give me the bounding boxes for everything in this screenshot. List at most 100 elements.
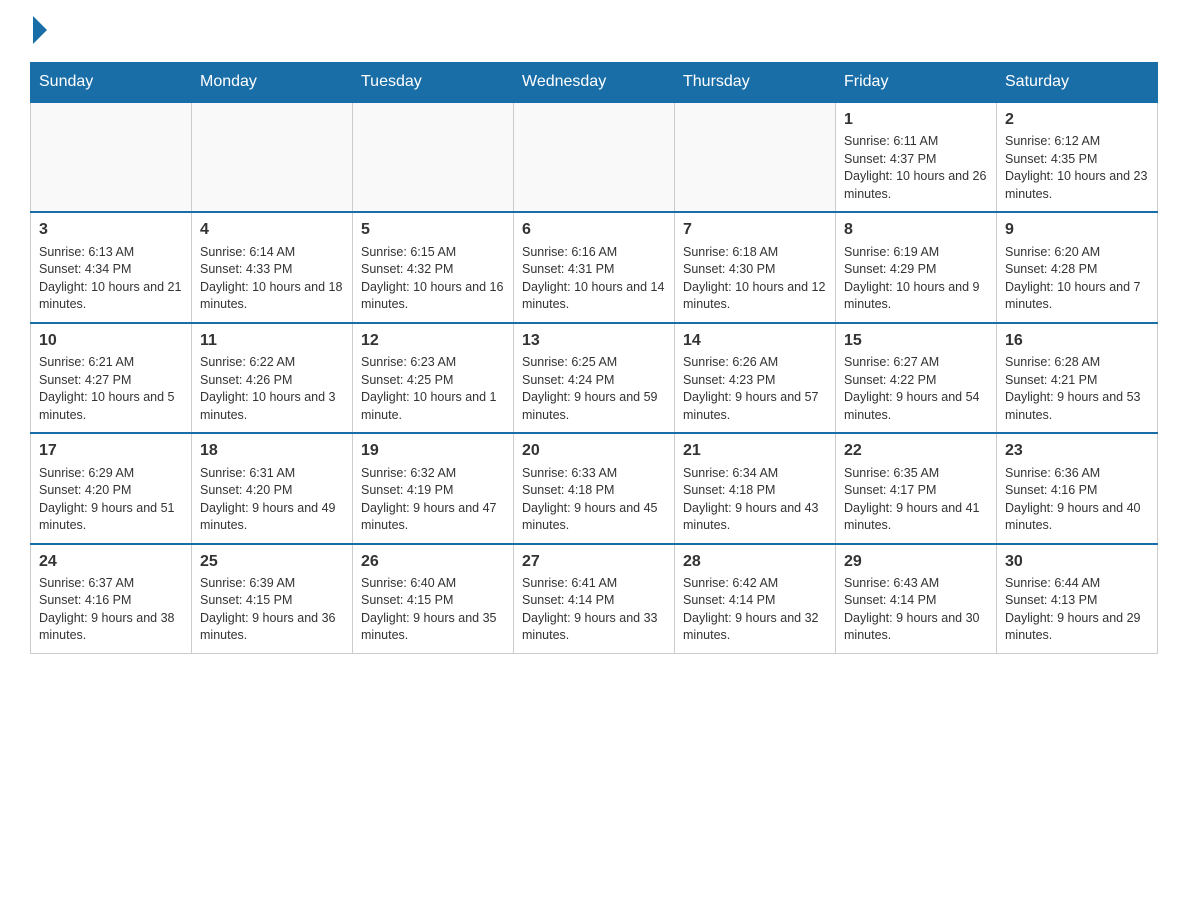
day-info: Sunrise: 6:28 AMSunset: 4:21 PMDaylight:…: [1005, 354, 1149, 424]
calendar-cell: 20Sunrise: 6:33 AMSunset: 4:18 PMDayligh…: [514, 433, 675, 543]
logo: [30, 20, 47, 44]
calendar-cell: 13Sunrise: 6:25 AMSunset: 4:24 PMDayligh…: [514, 323, 675, 433]
calendar-cell: 3 Sunrise: 6:13 AMSunset: 4:34 PMDaylight…: [31, 212, 192, 322]
day-info: Sunrise: 6:41 AMSunset: 4:14 PMDaylight:…: [522, 575, 666, 645]
calendar-cell: 12Sunrise: 6:23 AMSunset: 4:25 PMDayligh…: [353, 323, 514, 433]
day-number: 6: [522, 219, 666, 241]
calendar-cell: [192, 102, 353, 212]
calendar-cell: 19 Sunrise: 6:32 AMSunset: 4:19 PMDayligh…: [353, 433, 514, 543]
calendar-cell: [353, 102, 514, 212]
day-number: 10: [39, 330, 183, 352]
week-row-1: 1Sunrise: 6:11 AMSunset: 4:37 PMDaylight…: [31, 102, 1158, 212]
page-header: [30, 20, 1158, 44]
calendar-cell: 4Sunrise: 6:14 AMSunset: 4:33 PMDaylight…: [192, 212, 353, 322]
day-info: Sunrise: 6:12 AMSunset: 4:35 PMDaylight:…: [1005, 133, 1149, 203]
day-number: 19: [361, 440, 505, 462]
calendar-cell: 29Sunrise: 6:43 AMSunset: 4:14 PMDayligh…: [836, 544, 997, 654]
day-number: 23: [1005, 440, 1149, 462]
calendar-cell: 8 Sunrise: 6:19 AMSunset: 4:29 PMDaylight…: [836, 212, 997, 322]
calendar-cell: [514, 102, 675, 212]
day-number: 17: [39, 440, 183, 462]
day-number: 28: [683, 551, 827, 573]
calendar-cell: 24Sunrise: 6:37 AMSunset: 4:16 PMDayligh…: [31, 544, 192, 654]
day-number: 14: [683, 330, 827, 352]
day-number: 27: [522, 551, 666, 573]
day-info: Sunrise: 6:27 AMSunset: 4:22 PMDaylight:…: [844, 354, 988, 424]
day-number: 1: [844, 109, 988, 131]
logo-arrow-icon: [33, 16, 47, 44]
day-header-wednesday: Wednesday: [514, 63, 675, 103]
day-info: Sunrise: 6:23 AMSunset: 4:25 PMDaylight:…: [361, 354, 505, 424]
day-number: 21: [683, 440, 827, 462]
day-number: 16: [1005, 330, 1149, 352]
day-number: 30: [1005, 551, 1149, 573]
day-info: Sunrise: 6:44 AMSunset: 4:13 PMDaylight:…: [1005, 575, 1149, 645]
day-number: 13: [522, 330, 666, 352]
day-info: Sunrise: 6:26 AMSunset: 4:23 PMDaylight:…: [683, 354, 827, 424]
calendar-cell: 7 Sunrise: 6:18 AMSunset: 4:30 PMDaylight…: [675, 212, 836, 322]
day-header-thursday: Thursday: [675, 63, 836, 103]
day-number: 26: [361, 551, 505, 573]
day-info: Sunrise: 6:32 AMSunset: 4:19 PMDaylight:…: [361, 465, 505, 535]
day-info: Sunrise: 6:29 AMSunset: 4:20 PMDaylight:…: [39, 465, 183, 535]
day-info: Sunrise: 6:35 AMSunset: 4:17 PMDaylight:…: [844, 465, 988, 535]
calendar-cell: 25Sunrise: 6:39 AMSunset: 4:15 PMDayligh…: [192, 544, 353, 654]
calendar-cell: 22 Sunrise: 6:35 AMSunset: 4:17 PMDayligh…: [836, 433, 997, 543]
calendar-cell: 21 Sunrise: 6:34 AMSunset: 4:18 PMDayligh…: [675, 433, 836, 543]
day-info: Sunrise: 6:11 AMSunset: 4:37 PMDaylight:…: [844, 133, 988, 203]
day-info: Sunrise: 6:20 AMSunset: 4:28 PMDaylight:…: [1005, 244, 1149, 314]
calendar-cell: 28Sunrise: 6:42 AMSunset: 4:14 PMDayligh…: [675, 544, 836, 654]
calendar-cell: 5 Sunrise: 6:15 AMSunset: 4:32 PMDaylight…: [353, 212, 514, 322]
calendar-cell: 30Sunrise: 6:44 AMSunset: 4:13 PMDayligh…: [997, 544, 1158, 654]
day-info: Sunrise: 6:34 AMSunset: 4:18 PMDaylight:…: [683, 465, 827, 535]
day-number: 4: [200, 219, 344, 241]
calendar-cell: [675, 102, 836, 212]
day-info: Sunrise: 6:15 AMSunset: 4:32 PMDaylight:…: [361, 244, 505, 314]
calendar-cell: 2Sunrise: 6:12 AMSunset: 4:35 PMDaylight…: [997, 102, 1158, 212]
day-number: 24: [39, 551, 183, 573]
calendar-cell: 15Sunrise: 6:27 AMSunset: 4:22 PMDayligh…: [836, 323, 997, 433]
day-info: Sunrise: 6:42 AMSunset: 4:14 PMDaylight:…: [683, 575, 827, 645]
day-info: Sunrise: 6:43 AMSunset: 4:14 PMDaylight:…: [844, 575, 988, 645]
calendar-cell: 23 Sunrise: 6:36 AMSunset: 4:16 PMDayligh…: [997, 433, 1158, 543]
day-info: Sunrise: 6:25 AMSunset: 4:24 PMDaylight:…: [522, 354, 666, 424]
day-info: Sunrise: 6:19 AMSunset: 4:29 PMDaylight:…: [844, 244, 988, 314]
day-number: 2: [1005, 109, 1149, 131]
day-info: Sunrise: 6:39 AMSunset: 4:15 PMDaylight:…: [200, 575, 344, 645]
day-header-sunday: Sunday: [31, 63, 192, 103]
day-number: 9: [1005, 219, 1149, 241]
day-number: 18: [200, 440, 344, 462]
day-header-tuesday: Tuesday: [353, 63, 514, 103]
day-number: 5: [361, 219, 505, 241]
calendar-cell: 16Sunrise: 6:28 AMSunset: 4:21 PMDayligh…: [997, 323, 1158, 433]
day-info: Sunrise: 6:21 AMSunset: 4:27 PMDaylight:…: [39, 354, 183, 424]
calendar-cell: 11Sunrise: 6:22 AMSunset: 4:26 PMDayligh…: [192, 323, 353, 433]
day-info: Sunrise: 6:40 AMSunset: 4:15 PMDaylight:…: [361, 575, 505, 645]
day-number: 8: [844, 219, 988, 241]
day-number: 12: [361, 330, 505, 352]
week-row-4: 17 Sunrise: 6:29 AMSunset: 4:20 PMDayligh…: [31, 433, 1158, 543]
day-number: 3: [39, 219, 183, 241]
day-number: 7: [683, 219, 827, 241]
week-row-5: 24Sunrise: 6:37 AMSunset: 4:16 PMDayligh…: [31, 544, 1158, 654]
day-info: Sunrise: 6:36 AMSunset: 4:16 PMDaylight:…: [1005, 465, 1149, 535]
day-number: 25: [200, 551, 344, 573]
day-info: Sunrise: 6:16 AMSunset: 4:31 PMDaylight:…: [522, 244, 666, 314]
day-info: Sunrise: 6:31 AMSunset: 4:20 PMDaylight:…: [200, 465, 344, 535]
calendar-cell: 1Sunrise: 6:11 AMSunset: 4:37 PMDaylight…: [836, 102, 997, 212]
calendar-cell: 9 Sunrise: 6:20 AMSunset: 4:28 PMDaylight…: [997, 212, 1158, 322]
calendar-cell: 10Sunrise: 6:21 AMSunset: 4:27 PMDayligh…: [31, 323, 192, 433]
day-header-friday: Friday: [836, 63, 997, 103]
day-number: 22: [844, 440, 988, 462]
day-info: Sunrise: 6:33 AMSunset: 4:18 PMDaylight:…: [522, 465, 666, 535]
day-info: Sunrise: 6:18 AMSunset: 4:30 PMDaylight:…: [683, 244, 827, 314]
calendar-table: SundayMondayTuesdayWednesdayThursdayFrid…: [30, 62, 1158, 654]
day-header-monday: Monday: [192, 63, 353, 103]
calendar-cell: 18 Sunrise: 6:31 AMSunset: 4:20 PMDayligh…: [192, 433, 353, 543]
day-number: 15: [844, 330, 988, 352]
day-info: Sunrise: 6:37 AMSunset: 4:16 PMDaylight:…: [39, 575, 183, 645]
calendar-header-row: SundayMondayTuesdayWednesdayThursdayFrid…: [31, 63, 1158, 103]
calendar-cell: 26Sunrise: 6:40 AMSunset: 4:15 PMDayligh…: [353, 544, 514, 654]
week-row-3: 10Sunrise: 6:21 AMSunset: 4:27 PMDayligh…: [31, 323, 1158, 433]
day-info: Sunrise: 6:13 AMSunset: 4:34 PMDaylight:…: [39, 244, 183, 314]
